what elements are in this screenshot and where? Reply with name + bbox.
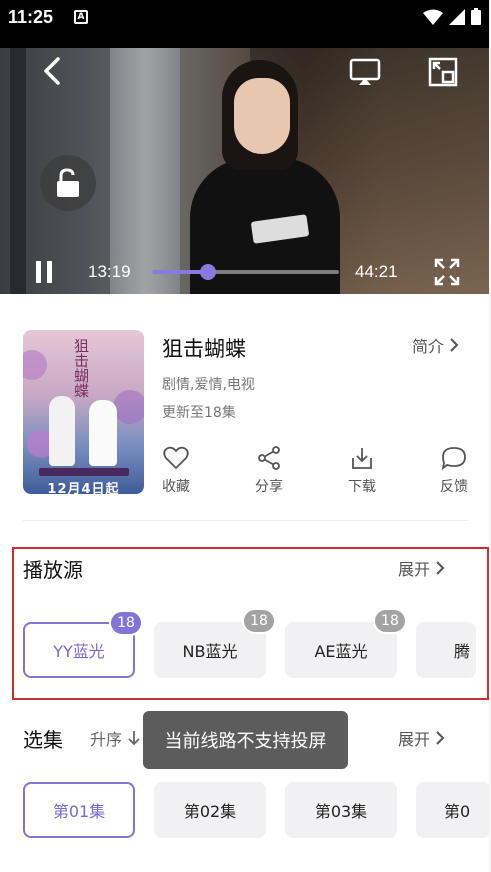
person-face	[234, 78, 290, 154]
download-icon	[352, 448, 372, 469]
sort-button[interactable]: 升序	[90, 726, 140, 750]
chevron-right-icon	[436, 731, 445, 745]
action-label: 下载	[348, 479, 376, 495]
action-label: 分享	[255, 479, 283, 495]
drama-title: 狙击蝴蝶	[162, 337, 246, 361]
video-scene-person	[190, 48, 350, 294]
episode-count-badge: 18	[109, 610, 143, 636]
download-button[interactable]: 下载	[337, 446, 387, 496]
chip-label: 第01集	[52, 802, 106, 821]
chevron-right-icon	[436, 561, 445, 575]
system-icons	[423, 8, 481, 25]
signal-icon	[449, 8, 465, 25]
unlock-icon	[57, 168, 79, 197]
favorite-button[interactable]: 收藏	[151, 446, 201, 496]
intro-link[interactable]: 简介	[412, 333, 459, 357]
chip-label: 第0	[444, 802, 471, 821]
wifi-icon	[423, 9, 443, 25]
intro-label: 简介	[412, 337, 445, 356]
poster-title: 狙击蝴蝶	[72, 338, 90, 398]
toast-message: 当前线路不支持投屏	[143, 711, 348, 769]
share-button[interactable]: 分享	[244, 446, 294, 496]
poster-flower	[113, 390, 144, 424]
source-title: 播放源	[23, 558, 83, 582]
lock-button[interactable]	[40, 155, 96, 211]
source-chip[interactable]: NB蓝光 18	[154, 608, 276, 678]
feedback-icon	[441, 447, 466, 470]
episode-chip[interactable]: 第03集	[285, 782, 397, 838]
pause-button[interactable]	[34, 260, 54, 284]
episodes-title: 选集	[23, 728, 63, 752]
episodes-expand-button[interactable]: 展开	[398, 726, 445, 750]
video-scene-pillar	[10, 48, 26, 294]
status-time: 11:25	[8, 7, 54, 27]
heart-icon	[163, 446, 189, 470]
source-chip[interactable]: AE蓝光 18	[285, 608, 407, 678]
expand-label: 展开	[398, 560, 431, 579]
total-time: 44:21	[355, 262, 398, 281]
episode-chip[interactable]: 第01集	[23, 782, 135, 838]
source-expand-button[interactable]: 展开	[398, 556, 445, 580]
progress-knob[interactable]	[200, 264, 217, 280]
battery-icon	[471, 8, 481, 25]
episode-count-badge: 18	[373, 608, 407, 634]
pip-button[interactable]	[428, 57, 458, 87]
chip-label: AE蓝光	[314, 642, 368, 661]
source-chip[interactable]: 腾	[416, 622, 476, 678]
divider	[23, 520, 468, 521]
fullscreen-button[interactable]	[434, 258, 460, 286]
cast-button[interactable]	[349, 57, 381, 87]
episode-chip[interactable]: 第02集	[154, 782, 266, 838]
pause-icon	[36, 261, 52, 283]
action-bar: 收藏 分享 下载 反馈	[0, 446, 491, 500]
fullscreen-icon	[434, 258, 460, 286]
episode-list: 第01集 第02集 第03集 第0	[0, 782, 491, 838]
action-label: 反馈	[440, 479, 468, 495]
chip-label: 第02集	[183, 802, 237, 821]
share-icon	[258, 446, 280, 470]
chip-label: NB蓝光	[182, 642, 238, 661]
expand-label: 展开	[398, 730, 431, 749]
chip-label: 腾	[454, 642, 471, 661]
drama-tags: 剧情,爱情,电视	[162, 377, 255, 393]
back-button[interactable]	[40, 56, 66, 86]
status-bar: 11:25 A	[0, 0, 491, 48]
chip-label: YY蓝光	[53, 642, 105, 661]
cast-icon	[349, 58, 381, 85]
poster-flower	[23, 350, 47, 380]
toast-text: 当前线路不支持投屏	[164, 731, 327, 752]
episode-chip[interactable]: 第0	[416, 782, 491, 838]
chevron-right-icon	[450, 338, 459, 352]
chevron-left-icon	[44, 57, 60, 85]
episode-count-badge: 18	[242, 608, 276, 634]
action-label: 收藏	[162, 479, 190, 495]
source-chip[interactable]: YY蓝光 18	[23, 610, 143, 678]
update-status: 更新至18集	[162, 405, 236, 421]
pip-icon	[428, 57, 458, 87]
sort-label: 升序	[90, 730, 123, 749]
arrow-down-icon	[128, 731, 140, 746]
current-time: 13:19	[88, 262, 131, 281]
chip-label: 第03集	[314, 802, 368, 821]
video-scene-window	[110, 48, 180, 294]
notification-icon: A	[74, 10, 88, 24]
progress-bar[interactable]	[152, 264, 339, 280]
source-list: YY蓝光 18 NB蓝光 18 AE蓝光 18 腾	[0, 606, 491, 686]
feedback-button[interactable]: 反馈	[429, 446, 479, 496]
